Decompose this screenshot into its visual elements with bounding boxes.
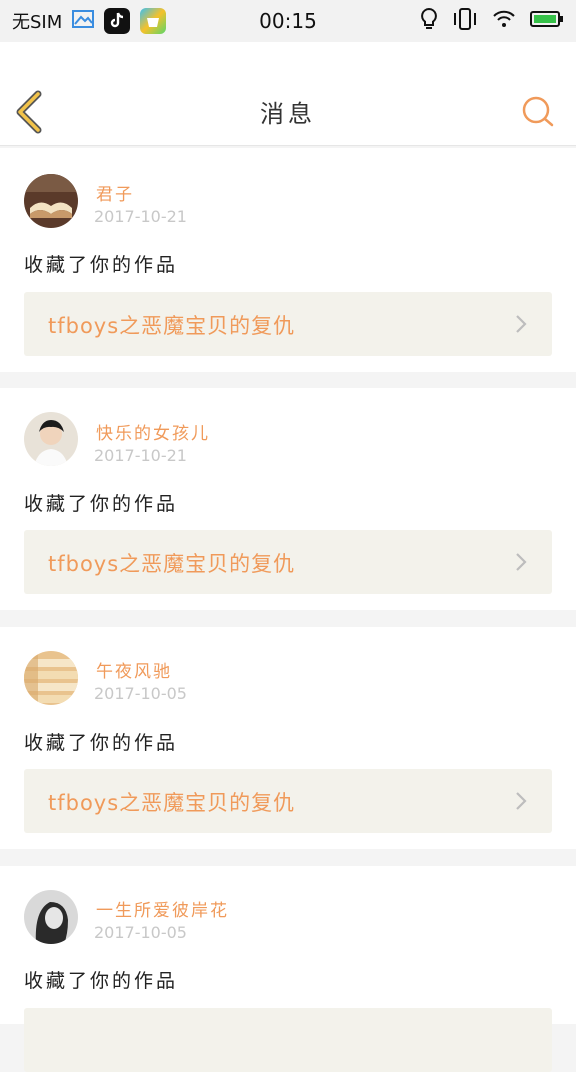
work-title: tfboys之恶魔宝贝的复仇 <box>48 791 296 815</box>
vibrate-icon <box>452 7 478 35</box>
tiktok-icon <box>104 8 131 34</box>
status-bar: 无SIM 00:15 <box>0 0 576 42</box>
username[interactable]: 午夜风驰 <box>96 657 172 682</box>
chevron-right-icon <box>514 314 528 334</box>
avatar[interactable] <box>24 651 78 705</box>
timestamp: 2017-10-21 <box>94 446 187 465</box>
work-title: tfboys之恶魔宝贝的复仇 <box>48 552 296 576</box>
message-card: 快乐的女孩儿 2017-10-21 收藏了你的作品 tfboys之恶魔宝贝的复仇 <box>0 388 576 610</box>
action-text: 收藏了你的作品 <box>24 493 179 515</box>
timestamp: 2017-10-05 <box>94 684 187 703</box>
search-button[interactable] <box>520 94 556 130</box>
message-card: 午夜风驰 2017-10-05 收藏了你的作品 tfboys之恶魔宝贝的复仇 <box>0 627 576 849</box>
username[interactable]: 一生所爱彼岸花 <box>96 896 229 921</box>
sim-status: 无SIM <box>12 12 63 33</box>
avatar[interactable] <box>24 174 78 228</box>
app-store-icon <box>140 8 167 34</box>
timestamp: 2017-10-21 <box>94 207 187 226</box>
action-text: 收藏了你的作品 <box>24 970 179 992</box>
message-card: 一生所爱彼岸花 2017-10-05 收藏了你的作品 <box>0 866 576 1072</box>
work-title: tfboys之恶魔宝贝的复仇 <box>48 314 296 338</box>
wifi-icon <box>492 9 516 34</box>
work-link[interactable]: tfboys之恶魔宝贝的复仇 <box>24 530 552 594</box>
username[interactable]: 快乐的女孩儿 <box>96 419 210 444</box>
message-card: 君子 2017-10-21 收藏了你的作品 tfboys之恶魔宝贝的复仇 <box>0 148 576 372</box>
username[interactable]: 君子 <box>96 180 134 205</box>
work-link[interactable]: tfboys之恶魔宝贝的复仇 <box>24 769 552 833</box>
avatar[interactable] <box>24 890 78 944</box>
chevron-right-icon <box>514 791 528 811</box>
top-nav-bar: 消息 <box>0 42 576 146</box>
avatar[interactable] <box>24 412 78 466</box>
bulb-icon <box>420 7 438 36</box>
chevron-right-icon <box>514 552 528 572</box>
action-text: 收藏了你的作品 <box>24 254 179 276</box>
battery-icon <box>530 10 564 33</box>
gallery-icon <box>72 9 95 34</box>
action-text: 收藏了你的作品 <box>24 732 179 754</box>
work-link[interactable]: tfboys之恶魔宝贝的复仇 <box>24 292 552 356</box>
work-link[interactable] <box>24 1008 552 1072</box>
page-title: 消息 <box>260 100 316 128</box>
timestamp: 2017-10-05 <box>94 923 187 942</box>
